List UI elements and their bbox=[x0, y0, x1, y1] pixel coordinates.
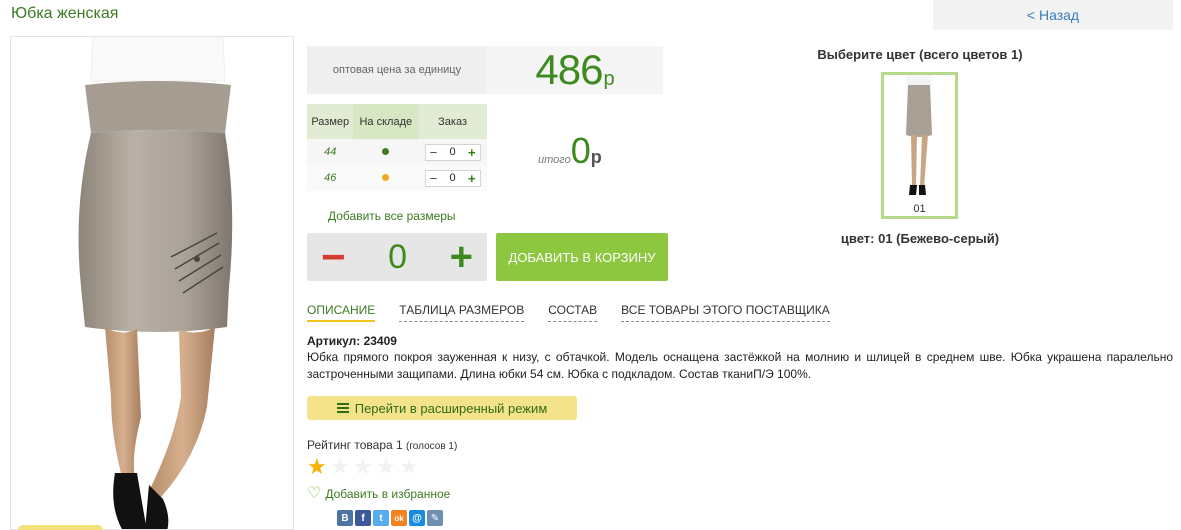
selected-color-label: цвет: 01 (Бежево-серый) bbox=[840, 231, 1000, 246]
in-stock-indicator bbox=[382, 174, 390, 181]
color-code: 01 bbox=[913, 203, 926, 215]
total-value: 0 bbox=[570, 130, 591, 171]
list-icon bbox=[336, 403, 349, 413]
increment-button[interactable]: + bbox=[468, 146, 476, 159]
star-icon[interactable]: ★ bbox=[376, 456, 399, 478]
tab-all-supplier-products[interactable]: ВСЕ ТОВАРЫ ЭТОГО ПОСТАВЩИКА bbox=[621, 303, 830, 322]
product-rating: Рейтинг товара 1 (голосов 1) bbox=[307, 438, 457, 452]
color-selector-title: Выберите цвет (всего цветов 1) bbox=[817, 47, 1023, 62]
increment-button[interactable]: + bbox=[468, 172, 476, 185]
table-row: 44 − 0 + bbox=[307, 139, 487, 165]
tab-composition[interactable]: СОСТАВ bbox=[548, 303, 598, 322]
order-column-header: Заказ bbox=[418, 104, 487, 139]
rating-label: Рейтинг товара 1 bbox=[307, 438, 403, 452]
quantity-value[interactable]: 0 bbox=[450, 172, 456, 184]
size-quantity-stepper[interactable]: − 0 + bbox=[424, 143, 481, 161]
facebook-icon[interactable]: f bbox=[355, 510, 371, 526]
quantity-value[interactable]: 0 bbox=[388, 238, 407, 277]
tab-size-chart[interactable]: ТАБЛИЦА РАЗМЕРОВ bbox=[399, 303, 525, 322]
size-table: Размер На складе Заказ 44 − 0 + 46 − 0 + bbox=[307, 104, 487, 191]
photo-badge bbox=[18, 525, 103, 530]
stock-column-header: На складе bbox=[353, 104, 419, 139]
mailru-icon[interactable]: @ bbox=[409, 510, 425, 526]
vkontakte-icon[interactable]: В bbox=[337, 510, 353, 526]
back-link[interactable]: < Назад bbox=[933, 0, 1173, 30]
quantity-increment-button[interactable]: + bbox=[450, 237, 473, 277]
page-title: Юбка женская bbox=[11, 5, 119, 22]
rating-stars: ★ ★ ★ ★ ★ bbox=[307, 456, 422, 478]
heart-icon: ♡ bbox=[307, 485, 322, 502]
quantity-decrement-button[interactable]: − bbox=[321, 236, 346, 278]
color-swatch-01[interactable]: 01 bbox=[881, 72, 958, 219]
product-description: Юбка прямого покроя зауженная к низу, с … bbox=[307, 350, 1173, 381]
add-all-sizes-link[interactable]: Добавить все размеры bbox=[328, 209, 456, 223]
odnoklassniki-icon[interactable]: ok bbox=[391, 510, 407, 526]
color-thumbnail-image bbox=[884, 75, 955, 201]
livejournal-icon[interactable]: ✎ bbox=[427, 510, 443, 526]
star-icon[interactable]: ★ bbox=[399, 456, 422, 478]
product-photo[interactable] bbox=[10, 36, 294, 530]
article-number: Артикул: 23409 bbox=[307, 334, 397, 348]
social-share-buttons: В f t ok @ ✎ bbox=[337, 510, 443, 526]
quantity-value[interactable]: 0 bbox=[450, 146, 456, 158]
in-stock-indicator bbox=[382, 148, 390, 155]
tab-description[interactable]: ОПИСАНИЕ bbox=[307, 303, 376, 322]
twitter-icon[interactable]: t bbox=[373, 510, 389, 526]
price-currency: р bbox=[603, 67, 615, 90]
add-to-cart-button[interactable]: ДОБАВИТЬ В КОРЗИНУ bbox=[496, 233, 668, 281]
star-icon[interactable]: ★ bbox=[353, 456, 376, 478]
total-currency: р bbox=[590, 147, 602, 167]
order-total: итого 0 р bbox=[538, 130, 602, 172]
size-value: 46 bbox=[307, 165, 354, 191]
size-value: 44 bbox=[307, 139, 354, 165]
add-to-favorites-link[interactable]: ♡ Добавить в избранное bbox=[307, 486, 450, 502]
product-tabs: ОПИСАНИЕ ТАБЛИЦА РАЗМЕРОВ СОСТАВ ВСЕ ТОВ… bbox=[307, 303, 854, 322]
star-icon[interactable]: ★ bbox=[330, 456, 353, 478]
decrement-button[interactable]: − bbox=[430, 172, 438, 185]
quantity-stepper: − 0 + bbox=[307, 233, 487, 281]
size-column-header: Размер bbox=[307, 104, 354, 139]
price-value: 486 bbox=[535, 46, 603, 93]
advanced-mode-button[interactable]: Перейти в расширенный режим bbox=[307, 396, 577, 420]
decrement-button[interactable]: − bbox=[430, 146, 438, 159]
table-row: 46 − 0 + bbox=[307, 165, 487, 191]
wholesale-price-label: оптовая цена за единицу bbox=[307, 46, 487, 94]
advanced-mode-label: Перейти в расширенный режим bbox=[354, 400, 548, 416]
wholesale-price: 486 р bbox=[487, 46, 663, 94]
size-quantity-stepper[interactable]: − 0 + bbox=[424, 169, 481, 187]
rating-votes: (голосов 1) bbox=[406, 441, 458, 452]
total-label: итого bbox=[538, 154, 571, 166]
favorite-label: Добавить в избранное bbox=[325, 487, 451, 501]
star-icon[interactable]: ★ bbox=[307, 456, 330, 478]
